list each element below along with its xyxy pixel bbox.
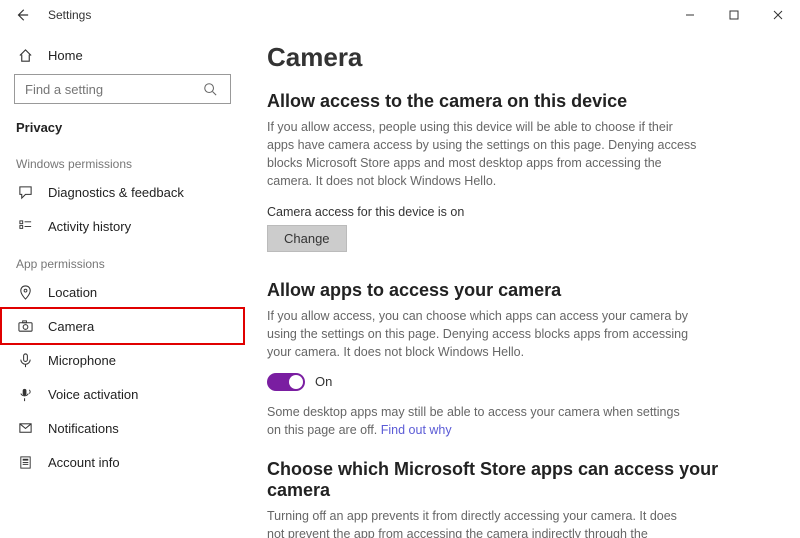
sidebar-item-account[interactable]: Account info [2,445,243,479]
device-access-status: Camera access for this device is on [267,205,776,219]
sidebar-item-camera[interactable]: Camera [2,309,243,343]
sidebar-home[interactable]: Home [2,38,243,72]
desktop-apps-note: Some desktop apps may still be able to a… [267,403,697,439]
camera-apps-toggle[interactable] [267,373,305,391]
find-out-why-link[interactable]: Find out why [381,423,452,437]
search-icon [203,82,230,96]
minimize-icon [685,10,695,20]
sidebar: Home Privacy Windows permissions Diagnos… [0,30,245,538]
maximize-button[interactable] [712,0,756,30]
search-box[interactable] [14,74,231,104]
voice-icon [16,387,34,402]
change-button[interactable]: Change [267,225,347,252]
desktop-apps-note-text: Some desktop apps may still be able to a… [267,405,680,437]
search-input[interactable] [23,81,203,98]
microphone-icon [16,353,34,368]
sidebar-item-microphone[interactable]: Microphone [2,343,243,377]
section-allow-device-heading: Allow access to the camera on this devic… [267,91,776,112]
sidebar-item-diagnostics[interactable]: Diagnostics & feedback [2,175,243,209]
camera-icon [16,319,34,334]
minimize-button[interactable] [668,0,712,30]
sidebar-item-label: Account info [48,455,120,470]
sidebar-item-label: Camera [48,319,94,334]
sidebar-item-notifications[interactable]: Notifications [2,411,243,445]
window-buttons [668,0,800,30]
sidebar-item-label: Location [48,285,97,300]
sidebar-group-windows: Windows permissions [2,143,243,175]
sidebar-item-label: Voice activation [48,387,138,402]
toggle-knob-icon [289,375,303,389]
sidebar-item-activity[interactable]: Activity history [2,209,243,243]
section-allow-apps-body: If you allow access, you can choose whic… [267,307,697,361]
back-arrow-icon [15,8,29,22]
activity-icon [16,219,34,234]
sidebar-item-location[interactable]: Location [2,275,243,309]
sidebar-item-label: Notifications [48,421,119,436]
location-icon [16,285,34,300]
section-store-apps-heading: Choose which Microsoft Store apps can ac… [267,459,776,501]
close-button[interactable] [756,0,800,30]
home-icon [16,48,34,63]
page-title: Camera [267,42,776,73]
sidebar-item-voice[interactable]: Voice activation [2,377,243,411]
maximize-icon [729,10,739,20]
sidebar-item-label: Activity history [48,219,131,234]
account-icon [16,455,34,470]
sidebar-item-label: Microphone [48,353,116,368]
titlebar: Settings [0,0,800,30]
section-store-apps-body: Turning off an app prevents it from dire… [267,507,697,538]
sidebar-category: Privacy [2,112,243,143]
sidebar-item-label: Diagnostics & feedback [48,185,184,200]
feedback-icon [16,185,34,200]
sidebar-home-label: Home [48,48,83,63]
window-title: Settings [48,8,91,22]
close-icon [773,10,783,20]
camera-apps-toggle-row: On [267,373,776,391]
sidebar-group-apps: App permissions [2,243,243,275]
content-pane: Camera Allow access to the camera on thi… [245,30,800,538]
section-allow-device-body: If you allow access, people using this d… [267,118,697,191]
notifications-icon [16,421,34,436]
section-allow-apps-heading: Allow apps to access your camera [267,280,776,301]
toggle-state-label: On [315,374,332,389]
back-button[interactable] [8,1,36,29]
